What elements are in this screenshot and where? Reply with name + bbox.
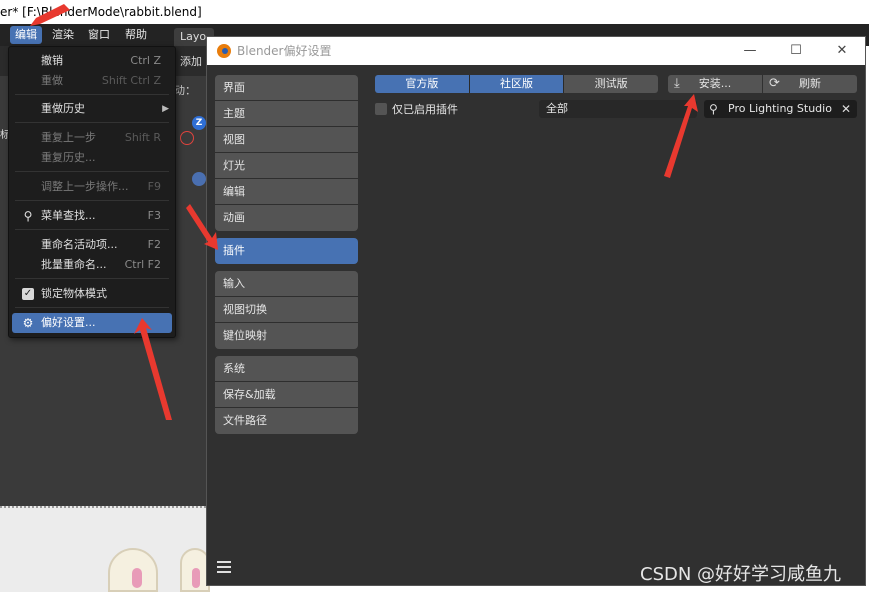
minimize-icon[interactable]: —	[727, 37, 773, 65]
menu-divider	[15, 122, 169, 123]
scene-render-area	[0, 506, 210, 592]
gear-icon: ⚙	[22, 316, 34, 330]
only-enabled-label: 仅已启用插件	[392, 103, 458, 116]
menu-window[interactable]: 窗口	[83, 26, 115, 44]
rabbit-ear-left	[108, 548, 158, 592]
adjust-last-label: 调整上一步操作...	[41, 180, 129, 193]
gizmo-z-axis[interactable]: Z	[192, 116, 206, 130]
nav-item-viewport[interactable]: 视图	[215, 127, 358, 153]
chevron-down-icon: ⌄	[685, 104, 693, 114]
repeat-history-label: 重复历史...	[41, 151, 96, 164]
nav-item-save-load[interactable]: 保存&加载	[215, 382, 358, 408]
menu-item-preferences[interactable]: ⚙ 偏好设置...	[12, 313, 172, 333]
checkbox-unchecked-icon[interactable]	[375, 103, 387, 115]
refresh-label: 刷新	[799, 77, 821, 90]
checkbox-checked-icon[interactable]: ✓	[22, 288, 34, 300]
tab-testing[interactable]: 测试版	[564, 75, 658, 93]
undo-history-label: 重做历史	[41, 102, 85, 115]
nav-item-input[interactable]: 输入	[215, 271, 358, 297]
maximize-icon[interactable]: ☐	[773, 37, 819, 65]
menu-item-undo[interactable]: 撤销 Ctrl Z	[9, 51, 175, 71]
side-label: 标	[0, 130, 10, 141]
addon-search-input[interactable]: ⚲ Pro Lighting Studio ✕	[704, 100, 857, 118]
only-enabled-checkbox[interactable]: 仅已启用插件	[375, 102, 458, 118]
menu-item-rename-active[interactable]: 重命名活动项... F2	[9, 235, 175, 255]
nav-item-addons[interactable]: 插件	[215, 238, 358, 264]
menu-divider	[15, 200, 169, 201]
undo-label: 撤销	[41, 54, 63, 67]
nav-item-system[interactable]: 系统	[215, 356, 358, 382]
menu-divider	[15, 278, 169, 279]
nav-item-keymap[interactable]: 键位映射	[215, 323, 358, 349]
undo-shortcut: Ctrl Z	[130, 54, 161, 67]
clear-search-icon[interactable]: ✕	[841, 100, 851, 118]
nav-group-addons: 插件	[215, 238, 358, 264]
menu-item-lock-object-modes[interactable]: ✓ 锁定物体模式	[9, 284, 175, 304]
menu-divider	[15, 94, 169, 95]
nav-item-navigation[interactable]: 视图切换	[215, 297, 358, 323]
menu-item-redo[interactable]: 重做 Shift Ctrl Z	[9, 71, 175, 91]
gizmo-x-axis[interactable]	[180, 131, 194, 145]
menu-item-menu-search[interactable]: ⚲ 菜单查找... F3	[9, 206, 175, 226]
preferences-title: Blender偏好设置	[237, 44, 332, 58]
nav-group-input: 输入 视图切换 键位映射	[215, 271, 358, 349]
menu-edit[interactable]: 编辑	[10, 26, 42, 44]
menu-divider	[15, 307, 169, 308]
category-dropdown[interactable]: 全部 ⌄	[539, 100, 697, 118]
refresh-button[interactable]: ⟳ 刷新	[763, 75, 857, 93]
repeat-last-label: 重复上一步	[41, 131, 96, 144]
nav-group-system: 系统 保存&加载 文件路径	[215, 356, 358, 434]
menu-item-batch-rename[interactable]: 批量重命名... Ctrl F2	[9, 255, 175, 275]
tab-community[interactable]: 社区版	[469, 75, 565, 93]
menu-item-adjust-last[interactable]: 调整上一步操作... F9	[9, 177, 175, 197]
search-icon: ⚲	[709, 102, 718, 116]
repeat-last-shortcut: Shift R	[124, 131, 161, 144]
preferences-window: Blender偏好设置 — ☐ ✕ 界面 主题 视图 灯光 编辑 动画 插件 输…	[206, 36, 866, 586]
nav-group-general: 界面 主题 视图 灯光 编辑 动画	[215, 75, 358, 231]
category-value: 全部	[546, 102, 568, 115]
install-button[interactable]: ⤓ 安装...	[668, 75, 762, 93]
support-level-tabs: 官方版 社区版 测试版	[375, 75, 658, 93]
menu-search-shortcut: F3	[147, 209, 161, 222]
batch-rename-label: 批量重命名...	[41, 258, 107, 271]
menu-item-repeat-last[interactable]: 重复上一步 Shift R	[9, 128, 175, 148]
redo-shortcut: Shift Ctrl Z	[101, 74, 161, 87]
tab-official[interactable]: 官方版	[375, 75, 470, 93]
search-value: Pro Lighting Studio	[728, 102, 832, 115]
nav-item-file-paths[interactable]: 文件路径	[215, 408, 358, 434]
nav-item-editing[interactable]: 编辑	[215, 179, 358, 205]
redo-label: 重做	[41, 74, 63, 87]
edit-menu-dropdown: 撤销 Ctrl Z 重做 Shift Ctrl Z 重做历史 ▶ 重复上一步 S…	[8, 46, 176, 338]
watermark: CSDN @好好学习咸鱼九	[640, 564, 842, 585]
search-icon: ⚲	[23, 209, 33, 223]
preferences-titlebar: Blender偏好设置 — ☐ ✕	[207, 37, 865, 65]
main-window-title: er* [F:\BlenderMode\rabbit.blend]	[0, 0, 869, 24]
nav-item-interface[interactable]: 界面	[215, 75, 358, 101]
hamburger-menu-icon[interactable]	[217, 561, 233, 575]
nav-item-animation[interactable]: 动画	[215, 205, 358, 231]
gizmo-neg-z-axis[interactable]	[192, 172, 206, 186]
nav-item-themes[interactable]: 主题	[215, 101, 358, 127]
add-menu-button[interactable]: 添加	[180, 53, 202, 69]
adjust-last-shortcut: F9	[147, 180, 161, 193]
menu-search-label: 菜单查找...	[41, 209, 96, 222]
submenu-arrow-icon: ▶	[162, 104, 169, 114]
blender-logo-icon	[217, 44, 231, 58]
menu-item-repeat-history[interactable]: 重复历史...	[9, 148, 175, 168]
nav-item-lights[interactable]: 灯光	[215, 153, 358, 179]
preferences-label: 偏好设置...	[41, 316, 96, 329]
menu-item-undo-history[interactable]: 重做历史 ▶	[9, 99, 175, 119]
menu-divider	[15, 229, 169, 230]
rename-active-label: 重命名活动项...	[41, 238, 118, 251]
batch-rename-shortcut: Ctrl F2	[124, 258, 161, 271]
rename-active-shortcut: F2	[147, 238, 161, 251]
install-label: 安装...	[698, 77, 732, 90]
menu-divider	[15, 171, 169, 172]
menu-help[interactable]: 帮助	[120, 26, 152, 44]
menu-render[interactable]: 渲染	[47, 26, 79, 44]
close-icon[interactable]: ✕	[819, 37, 865, 65]
lock-object-modes-label: 锁定物体模式	[41, 287, 107, 300]
viewport-mode-label: 动：	[174, 84, 196, 97]
